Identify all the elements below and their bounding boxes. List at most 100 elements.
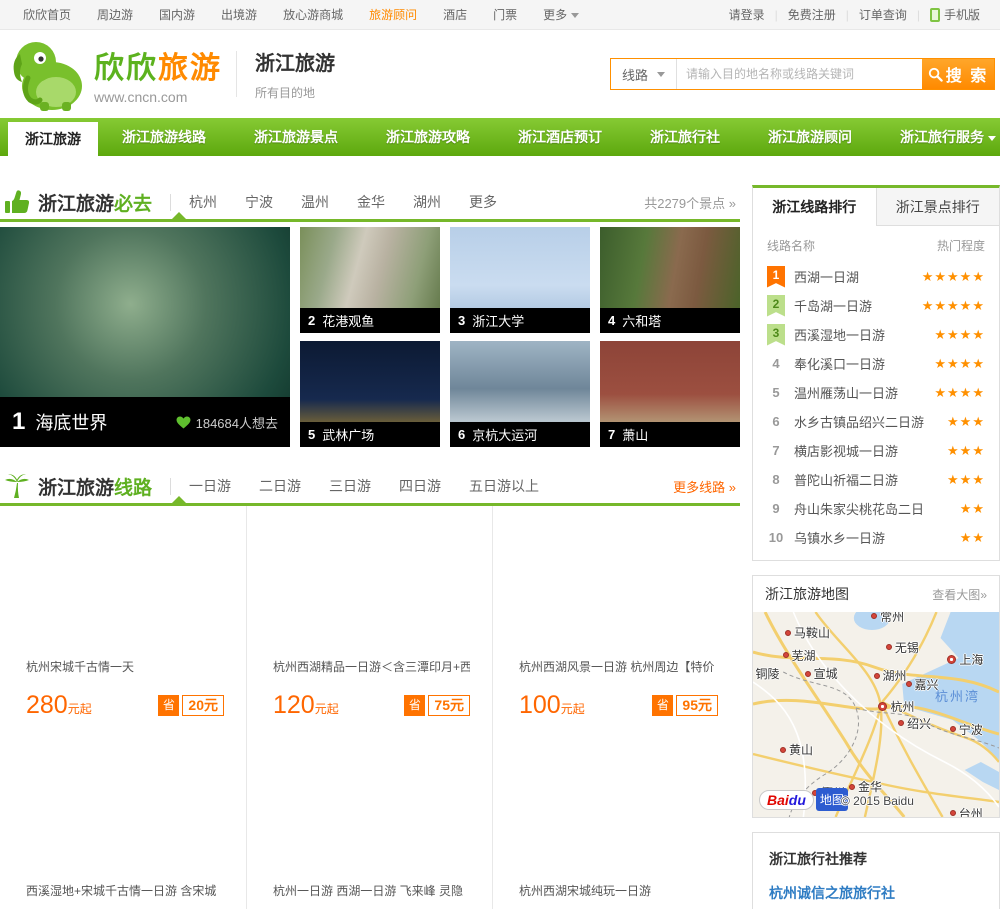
search-bar: 线路 搜 索 (610, 58, 995, 90)
nav-consultant[interactable]: 浙江旅游顾问 (744, 118, 876, 156)
tab-four-day[interactable]: 四日游 (399, 476, 441, 496)
tab-five-day-plus[interactable]: 五日游以上 (469, 476, 539, 496)
product-title[interactable]: 杭州宋城千古情一天 (26, 658, 224, 675)
mobile-version-link[interactable]: 手机版 (920, 6, 990, 23)
order-query-link[interactable]: 订单查询 (849, 6, 917, 23)
topbar-link-tickets[interactable]: 门票 (480, 6, 530, 23)
rank-route-name[interactable]: 西湖一日湖 (794, 267, 859, 286)
product-title[interactable]: 杭州西湖宋城纯玩一日游 (519, 882, 718, 899)
page-subtitle[interactable]: 所有目的地 (255, 84, 335, 101)
routes-section-header: 浙江旅游线路 一日游 二日游 三日游 四日游 五日游以上 更多线路 » (0, 469, 740, 506)
nav-hotel-booking[interactable]: 浙江酒店预订 (494, 118, 626, 156)
rank-route-name[interactable]: 西溪湿地一日游 (794, 325, 885, 344)
register-link[interactable]: 免费注册 (778, 6, 846, 23)
rank-row[interactable]: 7 横店影视城一日游 ★★★ (753, 436, 999, 465)
rank-row[interactable]: 6 水乡古镇品绍兴二日游 ★★★ (753, 407, 999, 436)
rank-route-name[interactable]: 温州雁荡山一日游 (794, 383, 898, 402)
product-card[interactable]: 杭州宋城千古情一天 280元起 省 20元 (0, 506, 247, 746)
city-tab-jinhua[interactable]: 金华 (357, 192, 385, 212)
rank-route-name[interactable]: 千岛湖一日游 (794, 296, 872, 315)
routes-title-accent: 线路 (114, 477, 153, 499)
more-routes-link[interactable]: 更多线路 » (673, 477, 740, 496)
site-logo[interactable]: 欣欣旅游 www.cncn.com (6, 34, 222, 114)
tab-two-day[interactable]: 二日游 (259, 476, 301, 496)
product-title[interactable]: 杭州西湖精品一日游＜含三潭印月+西 (273, 658, 470, 675)
mustgo-section-header: 浙江旅游必去 杭州 宁波 温州 金华 湖州 更多 共2279个景点 » (0, 185, 740, 222)
product-title[interactable]: 西溪湿地+宋城千古情一日游 含宋城 (26, 882, 224, 899)
nav-attractions[interactable]: 浙江旅游景点 (230, 118, 362, 156)
tab-route-ranking[interactable]: 浙江线路排行 (753, 188, 876, 226)
spot-card-ocean-world[interactable]: 1 海底世界 184684人想去 (0, 227, 290, 447)
city-tab-more[interactable]: 更多 (469, 192, 497, 212)
rank-route-name[interactable]: 奉化溪口一日游 (794, 354, 885, 373)
topbar-link-hotel[interactable]: 酒店 (430, 6, 480, 23)
rank-route-name[interactable]: 舟山朱家尖桃花岛二日 (794, 499, 924, 518)
view-large-map-link[interactable]: 查看大图» (932, 586, 987, 603)
rank-row[interactable]: 1 西湖一日湖 ★★★★★ (753, 262, 999, 291)
city-tab-wenzhou[interactable]: 温州 (301, 192, 329, 212)
spot-card[interactable]: 7 萧山 (600, 341, 740, 447)
spot-card[interactable]: 6 京杭大运河 (450, 341, 590, 447)
topbar-link-consultant[interactable]: 旅游顾问 (356, 6, 430, 23)
topbar-link-mall[interactable]: 放心游商城 (270, 6, 356, 23)
topbar-link-nearby[interactable]: 周边游 (84, 6, 146, 23)
spot-card[interactable]: 3 浙江大学 (450, 227, 590, 333)
product-card[interactable]: 杭州一日游 西湖一日游 飞来峰 灵隐 105元起 省75元 (247, 746, 493, 909)
topbar-link-outbound[interactable]: 出境游 (208, 6, 270, 23)
product-title[interactable]: 杭州西湖风景一日游 杭州周边【特价 (519, 658, 718, 675)
product-card[interactable]: 杭州西湖宋城纯玩一日游 230元起 省100元 (493, 746, 740, 909)
rank-route-name[interactable]: 乌镇水乡一日游 (794, 528, 885, 547)
logo-text: 欣欣旅游 www.cncn.com (94, 43, 222, 105)
search-input[interactable] (677, 59, 922, 89)
city-tab-ningbo[interactable]: 宁波 (245, 192, 273, 212)
nav-zhejiang-travel[interactable]: 浙江旅游 (8, 122, 98, 156)
spot-rank: 4 (608, 313, 616, 328)
city-name: 常州 (880, 612, 905, 624)
main-navigation: 浙江旅游 浙江旅游线路 浙江旅游景点 浙江旅游攻略 浙江酒店预订 浙江旅行社 浙… (0, 118, 1000, 156)
baidu-bai: Bai (767, 791, 789, 808)
product-title[interactable]: 杭州一日游 西湖一日游 飞来峰 灵隐 (273, 882, 470, 899)
product-card[interactable]: 西溪湿地+宋城千古情一日游 含宋城 250元起 省30元 (0, 746, 247, 909)
product-card[interactable]: 杭州西湖精品一日游＜含三潭印月+西 120元起 省 75元 (247, 506, 493, 746)
nav-services[interactable]: 浙江旅行服务 (876, 118, 1000, 156)
city-tab-huzhou[interactable]: 湖州 (413, 192, 441, 212)
tab-spot-ranking[interactable]: 浙江景点排行 (875, 188, 999, 226)
top-utility-bar: 欣欣首页 周边游 国内游 出境游 放心游商城 旅游顾问 酒店 门票 更多 请登录… (0, 0, 1000, 30)
rank-row[interactable]: 10 乌镇水乡一日游 ★★ (753, 523, 999, 552)
product-card[interactable]: 杭州西湖风景一日游 杭州周边【特价 100元起 省 95元 (493, 506, 740, 746)
nav-guides[interactable]: 浙江旅游攻略 (362, 118, 494, 156)
search-category-select[interactable]: 线路 (611, 59, 677, 89)
rank-row[interactable]: 8 普陀山祈福二日游 ★★★ (753, 465, 999, 494)
rank-row[interactable]: 2 千岛湖一日游 ★★★★★ (753, 291, 999, 320)
nav-routes[interactable]: 浙江旅游线路 (98, 118, 230, 156)
topbar-link-domestic[interactable]: 国内游 (146, 6, 208, 23)
nav-travel-agency[interactable]: 浙江旅行社 (626, 118, 744, 156)
tab-one-day[interactable]: 一日游 (189, 476, 231, 496)
rank-route-name[interactable]: 横店影视城一日游 (794, 441, 898, 460)
agency-link[interactable]: 杭州诚信之旅旅行社 (769, 883, 983, 903)
price-value: 100 (519, 691, 561, 719)
rank-row[interactable]: 9 舟山朱家尖桃花岛二日 ★★ (753, 494, 999, 523)
topbar-link-more[interactable]: 更多 (530, 6, 592, 23)
palm-tree-icon (5, 474, 29, 498)
spot-card[interactable]: 4 六和塔 (600, 227, 740, 333)
rank-route-name[interactable]: 水乡古镇品绍兴二日游 (794, 412, 924, 431)
ranking-column-headers: 线路名称 热门程度 (753, 226, 999, 260)
spot-rank: 3 (458, 313, 466, 328)
rank-row[interactable]: 3 西溪湿地一日游 ★★★★ (753, 320, 999, 349)
rank-row[interactable]: 5 温州雁荡山一日游 ★★★★ (753, 378, 999, 407)
agency-recommend-box: 浙江旅行社推荐 杭州诚信之旅旅行社 杭州周边旅游散客天天发0571-868226… (752, 832, 1000, 909)
login-link[interactable]: 请登录 (719, 6, 775, 23)
rank-row[interactable]: 4 奉化溪口一日游 ★★★★ (753, 349, 999, 378)
search-button[interactable]: 搜 索 (922, 59, 994, 89)
spot-card[interactable]: 5 武林广场 (300, 341, 440, 447)
rank-route-name[interactable]: 普陀山祈福二日游 (794, 470, 898, 489)
city-dot-icon (848, 783, 855, 790)
topbar-link-home[interactable]: 欣欣首页 (10, 6, 84, 23)
total-spots-link[interactable]: 共2279个景点 » (644, 193, 740, 212)
baidu-map[interactable]: 常州 马鞍山 无锡 芜湖 上海 铜陵 宣城 湖州 嘉兴 杭州湾 杭州 绍兴 宁波… (753, 612, 999, 817)
map-city-label: 马鞍山 (784, 624, 830, 641)
city-tab-hangzhou[interactable]: 杭州 (189, 192, 217, 212)
spot-card[interactable]: 2 花港观鱼 (300, 227, 440, 333)
tab-three-day[interactable]: 三日游 (329, 476, 371, 496)
